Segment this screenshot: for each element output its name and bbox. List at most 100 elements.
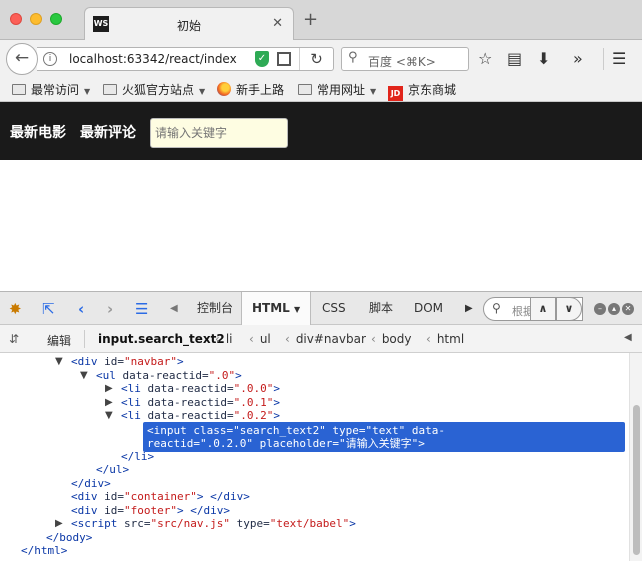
tree-node[interactable]: <div id="footer"> </div> — [71, 504, 230, 518]
tree-node[interactable]: </div> — [71, 477, 111, 491]
tree-line: reactid=".0.2.0" placeholder="请输入关键字"> — [147, 437, 425, 450]
tree-node[interactable]: <div id="navbar"> — [71, 355, 184, 369]
browser-toolbar: i localhost:63342/react/index ✓ ↻ ← ⚲ 百度… — [0, 40, 642, 78]
tree-token: <div — [71, 355, 105, 368]
tree-token: "src/nav.js" — [150, 517, 230, 530]
edit-icon[interactable]: ⇵ — [9, 332, 19, 346]
bookmark-getting-started[interactable]: 新手上路 — [217, 81, 284, 99]
bookmark-common-sites[interactable]: 常用网址 ▼ — [298, 81, 376, 99]
search-prev-button[interactable]: ∧ — [530, 297, 556, 321]
tree-node[interactable]: <script src="src/nav.js" type="text/babe… — [71, 517, 356, 531]
tree-token: <script — [71, 517, 124, 530]
back-chevron-icon[interactable]: ‹ — [78, 300, 84, 318]
tabs-right-arrow-icon[interactable]: ▶ — [465, 300, 473, 318]
tree-token: "footer" — [124, 503, 177, 517]
bookmark-jd[interactable]: JD 京东商城 — [388, 81, 456, 101]
nav-link-latest-reviews[interactable]: 最新评论 — [80, 122, 136, 142]
devtools-toolbar: ✸ ⇱ ‹ › ☰ ◀ 控制台 HTML ▼ CSS 脚本 DOM ▶ ⚲ 根据… — [0, 291, 642, 325]
tab-css[interactable]: CSS — [322, 292, 346, 325]
minimize-devtools-icon[interactable]: – — [594, 303, 606, 315]
tree-node[interactable]: <li data-reactid=".0.2"> — [121, 409, 280, 423]
qr-code-icon[interactable] — [277, 52, 291, 66]
collapse-triangle-icon[interactable]: ▶ — [55, 518, 63, 529]
search-bar[interactable]: ⚲ 百度 <⌘K> — [341, 47, 469, 71]
close-window-button[interactable] — [10, 13, 22, 25]
inspect-element-icon[interactable]: ⇱ — [42, 300, 55, 318]
tree-node[interactable]: </html> — [21, 544, 67, 558]
tree-node[interactable]: </li> — [121, 450, 154, 464]
keyword-search-input[interactable] — [150, 118, 288, 148]
folder-icon — [12, 84, 26, 95]
chevron-down-icon: ▼ — [84, 87, 91, 96]
url-bar[interactable]: i localhost:63342/react/index ✓ ↻ — [37, 47, 334, 71]
tree-token: ".0.1" — [233, 395, 274, 409]
breadcrumb-item-input[interactable]: input.search_text2 — [98, 332, 225, 346]
indent-list-icon[interactable]: ☰ — [135, 300, 148, 318]
close-tab-icon[interactable]: ✕ — [272, 16, 283, 31]
bookmark-official-sites[interactable]: 火狐官方站点 ▼ — [103, 81, 205, 99]
breadcrumb-item-ul[interactable]: ‹ ul — [249, 332, 271, 346]
tree-token: id= — [104, 490, 124, 503]
tree-token: data-reactid= — [147, 395, 234, 409]
breadcrumb-item-html[interactable]: ‹ html — [426, 332, 464, 346]
minimize-window-button[interactable] — [30, 13, 42, 25]
tab-dom[interactable]: DOM — [414, 292, 443, 325]
collapse-triangle-icon[interactable]: ▶ — [105, 383, 113, 394]
tree-node[interactable]: <ul data-reactid=".0"> — [96, 369, 242, 383]
chevron-down-icon: ▼ — [199, 87, 206, 96]
menu-icon[interactable]: ☰ — [612, 49, 626, 69]
expand-triangle-icon[interactable]: ▼ — [55, 356, 63, 367]
tree-scrollbar[interactable] — [629, 353, 642, 561]
new-tab-icon[interactable]: + — [303, 11, 318, 29]
search-next-button[interactable]: ∨ — [556, 297, 582, 321]
bookmark-most-visited[interactable]: 最常访问 ▼ — [12, 81, 90, 99]
bookmark-star-icon[interactable]: ☆ — [478, 49, 492, 69]
scrollbar-thumb[interactable] — [633, 405, 640, 555]
folder-icon — [103, 84, 117, 95]
tree-token: data-reactid= — [147, 409, 234, 422]
browser-tab[interactable]: WS 初始 ✕ — [84, 7, 294, 41]
zoom-window-button[interactable] — [50, 13, 62, 25]
detach-devtools-icon[interactable]: ▴ — [608, 303, 620, 315]
divider — [84, 330, 85, 348]
tree-token: <ul — [96, 368, 123, 382]
shield-icon[interactable]: ✓ — [255, 51, 269, 67]
info-icon[interactable]: i — [43, 52, 57, 66]
forward-chevron-icon[interactable]: › — [107, 300, 113, 318]
tree-node[interactable]: <div id="container"> </div> — [71, 490, 250, 504]
tab-html[interactable]: HTML ▼ — [241, 292, 312, 325]
selected-node[interactable]: <input class="search_text2" type="text" … — [143, 421, 625, 452]
close-devtools-icon[interactable]: ✕ — [622, 303, 634, 315]
overflow-chevron-icon[interactable]: » — [573, 49, 583, 69]
breadcrumb-left-arrow-icon[interactable]: ◀ — [624, 332, 632, 343]
nav-link-latest-movies[interactable]: 最新电影 — [10, 122, 66, 142]
expand-triangle-icon[interactable]: ▼ — [105, 410, 113, 421]
firebug-icon[interactable]: ✸ — [9, 300, 22, 318]
reload-icon[interactable]: ↻ — [299, 48, 333, 70]
tree-token: </html> — [21, 544, 68, 557]
breadcrumb-item-div-navbar[interactable]: ‹ div#navbar — [285, 332, 366, 346]
breadcrumb-item-li[interactable]: ‹ li — [215, 332, 232, 346]
breadcrumb: ⇵ 编辑 input.search_text2 ‹ li ‹ ul ‹ div#nav… — [0, 325, 642, 353]
tree-node[interactable]: </body> — [46, 531, 92, 545]
expand-triangle-icon[interactable]: ▼ — [80, 370, 88, 381]
tree-token: <li — [121, 395, 148, 409]
back-button[interactable]: ← — [6, 43, 38, 75]
edit-button[interactable]: 编辑 — [47, 332, 71, 349]
tree-token: ".0.2" — [233, 409, 274, 422]
download-icon[interactable]: ⬇ — [537, 49, 550, 69]
breadcrumb-item-body[interactable]: ‹ body — [371, 332, 412, 346]
tab-console[interactable]: 控制台 — [197, 292, 233, 325]
tree-token: > </div> — [176, 503, 230, 517]
collapse-triangle-icon[interactable]: ▶ — [105, 397, 113, 408]
tabs-left-arrow-icon[interactable]: ◀ — [170, 300, 178, 318]
tree-node[interactable]: <li data-reactid=".0.1"> — [121, 396, 280, 410]
url-text[interactable]: localhost:63342/react/index — [69, 52, 237, 66]
tree-node[interactable]: <li data-reactid=".0.0"> — [121, 382, 280, 396]
bookmarks-toolbar: 最常访问 ▼ 火狐官方站点 ▼ 新手上路 常用网址 ▼ JD 京东商城 — [0, 78, 642, 102]
tree-token: type= — [229, 517, 270, 530]
tree-token: id= — [104, 355, 124, 368]
reading-list-icon[interactable]: ▤ — [507, 49, 522, 69]
tree-node[interactable]: </ul> — [96, 463, 129, 477]
tab-script[interactable]: 脚本 — [369, 292, 393, 325]
